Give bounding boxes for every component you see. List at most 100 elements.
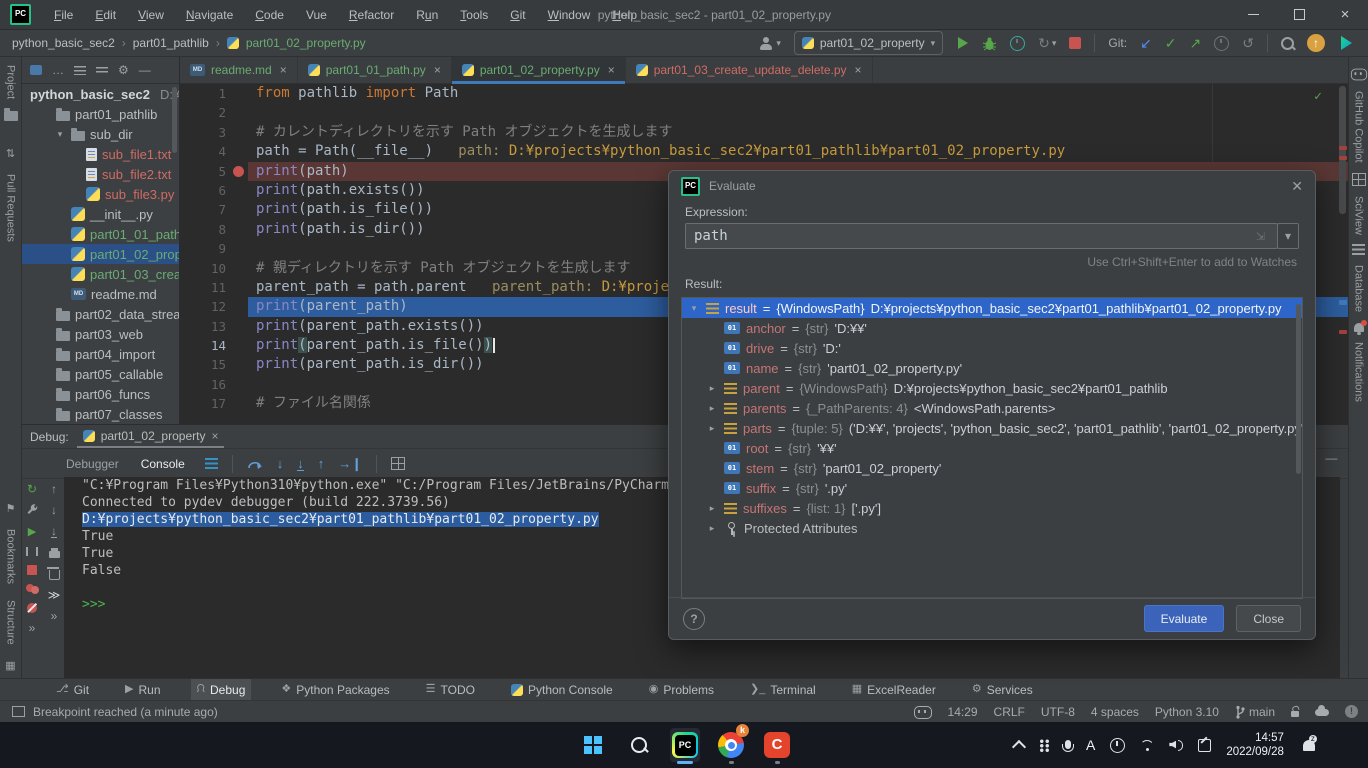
result-row-parents[interactable]: ▸parents={_PathParents: 4}<WindowsPath.p… — [682, 398, 1302, 418]
debug-view-tab-debugger[interactable]: Debugger — [60, 455, 125, 473]
resume-icon[interactable]: ▶ — [28, 527, 36, 538]
tab-sciview[interactable]: SciView — [1353, 196, 1365, 235]
run-configuration-select[interactable]: part01_02_property ▾ — [794, 31, 943, 55]
collapse-all-icon[interactable] — [96, 67, 108, 73]
close-button[interactable]: × — [1322, 0, 1368, 30]
run-button[interactable] — [956, 36, 969, 50]
tree-item-part01-01-path-py[interactable]: part01_01_path.py — [22, 224, 179, 244]
chevron-icon[interactable]: ▾ — [688, 303, 700, 314]
expression-history-dropdown[interactable]: ▾ — [1277, 223, 1299, 249]
taskbar-chrome-icon[interactable]: k — [716, 728, 746, 762]
dialog-title-bar[interactable]: PC Evaluate ✕ — [669, 171, 1315, 201]
tree-item-part02-data-stream[interactable]: part02_data_stream — [22, 304, 179, 324]
hide-panel-icon[interactable]: — — [1325, 451, 1337, 465]
taskbar-search-button[interactable] — [624, 728, 654, 762]
mute-breakpoints-icon[interactable] — [27, 603, 37, 613]
editor-tab-readme-md[interactable]: readme.md× — [180, 57, 298, 83]
taskbar-clock[interactable]: 14:57 2022/09/28 — [1226, 731, 1284, 759]
more-icon[interactable]: » — [29, 622, 36, 634]
cloud-sync-icon[interactable] — [1315, 709, 1329, 716]
wifi-icon[interactable] — [1140, 740, 1154, 750]
tool-window-button-debug[interactable]: ᙁDebug — [191, 679, 252, 700]
rerun-icon[interactable]: ↻ — [27, 483, 37, 495]
status-item-crlf[interactable]: CRLF — [994, 705, 1025, 719]
menu-view[interactable]: View — [129, 5, 173, 25]
more-tool-windows-icon[interactable]: ▦ — [5, 659, 15, 672]
stop-button[interactable] — [1069, 37, 1081, 49]
menu-window[interactable]: Window — [539, 5, 600, 25]
locate-file-icon[interactable] — [30, 65, 42, 75]
pause-icon[interactable] — [26, 547, 38, 556]
menu-tools[interactable]: Tools — [451, 5, 497, 25]
tree-item-part01-02-property-py[interactable]: part01_02_property.py — [22, 244, 179, 264]
editor-tab-part01-02-property-py[interactable]: part01_02_property.py× — [452, 57, 626, 83]
tree-item-sub-file3-py[interactable]: sub_file3.py — [22, 184, 179, 204]
settings-wrench-icon[interactable] — [25, 504, 39, 518]
tree-item-part03-web[interactable]: part03_web — [22, 324, 179, 344]
chevron-icon[interactable]: ▸ — [706, 503, 718, 514]
menu-run[interactable]: Run — [407, 5, 447, 25]
editor-tab-part01-01-path-py[interactable]: part01_01_path.py× — [298, 57, 452, 83]
result-row-parts[interactable]: ▸parts={tuple: 5}('D:¥¥', 'projects', 'p… — [682, 418, 1302, 438]
show-execution-point-icon[interactable] — [205, 458, 218, 469]
git-commit-button[interactable]: ✓ — [1165, 36, 1177, 50]
close-tab-icon[interactable]: × — [608, 63, 615, 77]
tab-pull-requests[interactable]: Pull Requests — [5, 174, 17, 242]
tab-project[interactable]: Project — [5, 65, 17, 99]
expand-editor-icon[interactable]: ⇲ — [1256, 230, 1265, 243]
microphone-tray-icon[interactable] — [1065, 740, 1071, 749]
tab-github-copilot[interactable]: GitHub Copilot — [1353, 91, 1365, 163]
tab-notifications[interactable]: Notifications — [1353, 342, 1365, 402]
tree-item-sub-file2-txt[interactable]: sub_file2.txt — [22, 164, 179, 184]
menu-file[interactable]: File — [45, 5, 82, 25]
status-item-14-29[interactable]: 14:29 — [948, 705, 978, 719]
inspections-ok-icon[interactable]: ✓ — [1314, 89, 1322, 104]
expand-all-icon[interactable] — [74, 66, 86, 75]
result-row-protected-attributes[interactable]: ▸Protected Attributes — [682, 518, 1302, 538]
taskbar-camtasia-icon[interactable]: C — [762, 728, 792, 762]
tree-item--init-py[interactable]: __init__.py — [22, 204, 179, 224]
code-line-4[interactable]: 4path = Path(__file__) path: D:¥projects… — [180, 142, 1348, 161]
start-button[interactable] — [578, 728, 608, 762]
debug-session-tab[interactable]: part01_02_property × — [77, 425, 225, 448]
chevron-icon[interactable]: ▸ — [706, 523, 718, 534]
tree-item-part04-import[interactable]: part04_import — [22, 344, 179, 364]
git-push-button[interactable]: ↗ — [1190, 36, 1202, 50]
menu-git[interactable]: Git — [501, 5, 534, 25]
chevron-icon[interactable]: ▸ — [706, 383, 718, 394]
step-over-icon[interactable] — [247, 458, 263, 470]
console-prompt-icon[interactable]: ≫ — [48, 589, 61, 601]
copilot-status-icon[interactable] — [914, 706, 932, 719]
menu-vue[interactable]: Vue — [297, 5, 336, 25]
tool-window-button-services[interactable]: ⚙Services — [966, 679, 1039, 700]
tool-window-button-python-console[interactable]: Python Console — [505, 679, 619, 700]
tool-window-button-python-packages[interactable]: ❖Python Packages — [275, 679, 395, 700]
run-to-cursor-icon[interactable]: →❙ — [338, 457, 362, 470]
step-into-my-code-icon[interactable]: ↓ — [297, 457, 304, 471]
debug-view-tab-console[interactable]: Console — [135, 455, 191, 473]
more-icon[interactable]: … — [52, 63, 64, 77]
tool-window-button-todo[interactable]: ☰TODO — [420, 679, 481, 700]
minimize-button[interactable] — [1230, 0, 1276, 30]
tree-item-part01-03-create-update[interactable]: part01_03_create_update — [22, 264, 179, 284]
user-menu[interactable]: ▾ — [759, 36, 781, 50]
scroll-to-end-icon[interactable]: ↓ — [51, 525, 57, 538]
breadcrumb-item[interactable]: part01_02_property.py — [246, 36, 366, 50]
tree-item-readme-md[interactable]: readme.md — [22, 284, 179, 304]
status-item-utf-8[interactable]: UTF-8 — [1041, 705, 1075, 719]
editor-scrollbar[interactable] — [1339, 86, 1346, 214]
menu-code[interactable]: Code — [246, 5, 293, 25]
dropbox-tray-icon[interactable] — [1039, 739, 1050, 752]
stop-icon[interactable] — [27, 565, 37, 575]
close-icon[interactable]: × — [211, 429, 218, 443]
code-with-me-icon[interactable] — [1338, 35, 1354, 51]
code-line-3[interactable]: 3# カレントディレクトリを示す Path オブジェクトを生成します — [180, 123, 1348, 142]
ime-indicator[interactable]: A — [1086, 737, 1095, 753]
close-icon[interactable]: ✕ — [1291, 178, 1303, 195]
code-line-1[interactable]: 1from pathlib import Path — [180, 84, 1348, 103]
unlock-icon[interactable] — [1291, 711, 1299, 717]
status-message[interactable]: Breakpoint reached (a minute ago) — [33, 705, 218, 719]
view-breakpoints-icon[interactable] — [26, 584, 39, 594]
menu-navigate[interactable]: Navigate — [177, 5, 242, 25]
result-row-suffixes[interactable]: ▸suffixes={list: 1}['.py'] — [682, 498, 1302, 518]
